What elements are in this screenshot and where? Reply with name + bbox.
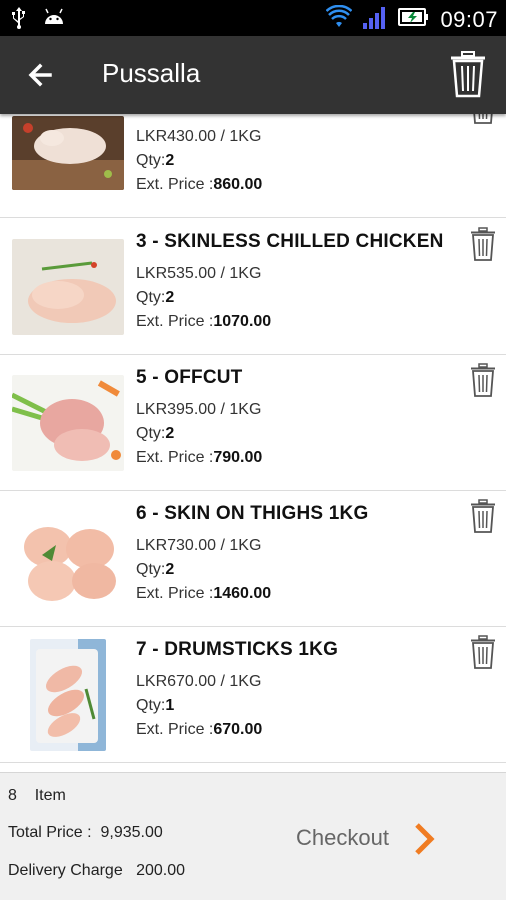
unit-price: LKR670.00 / 1KG [136,673,262,690]
checkout-button[interactable]: Checkout [296,825,389,851]
delivery-charge-label: Delivery Charge [8,862,123,879]
ext-price-value: 790.00 [213,449,263,466]
item-label: Item [34,787,66,804]
android-icon [42,6,66,35]
ext-price-label: Ext. Price : [136,721,214,738]
cart-item[interactable]: LKR430.00 / 1KG Qty:2 Ext. Price :860.00 [0,114,506,218]
cart-summary: 8 Item Total Price : 9,935.00 Delivery C… [0,772,506,900]
unit-price: LKR395.00 / 1KG [136,401,262,418]
delete-item-trash-icon[interactable] [470,114,496,124]
delete-item-trash-icon[interactable] [470,227,496,261]
quantity: Qty:2 [136,152,174,170]
page-title: Pussalla [102,58,201,88]
quantity: Qty:1 [136,697,174,715]
ext-price-value: 1070.00 [213,313,272,330]
cart-item[interactable]: 5 - OFFCUT LKR395.00 / 1KG Qty:2 Ext. Pr… [0,355,506,491]
extended-price: Ext. Price :670.00 [136,721,262,739]
qty-value: 2 [165,425,175,442]
qty-label: Qty: [136,425,166,442]
total-price-label: Total Price : [8,824,92,841]
delivery-charge-row: Delivery Charge 200.00 [8,862,185,880]
total-price-row: Total Price : 9,935.00 [8,824,163,842]
qty-value: 2 [165,152,175,169]
quantity: Qty:2 [136,561,174,579]
qty-value: 2 [165,289,175,306]
clear-cart-trash-icon[interactable] [450,50,486,98]
cart-item[interactable]: 7 - DRUMSTICKS 1KG LKR670.00 / 1KG Qty:1… [0,627,506,763]
delete-item-trash-icon[interactable] [470,499,496,533]
qty-label: Qty: [136,289,166,306]
status-bar: 09:07 [0,0,506,36]
ext-price-value: 1460.00 [213,585,272,602]
usb-icon [10,6,28,35]
app-bar: Pussalla [0,36,506,114]
wifi-icon [326,4,353,34]
product-image [30,639,106,751]
extended-price: Ext. Price :860.00 [136,176,262,194]
extended-price: Ext. Price :1070.00 [136,313,271,331]
ext-price-label: Ext. Price : [136,313,214,330]
qty-label: Qty: [136,697,166,714]
extended-price: Ext. Price :790.00 [136,449,262,467]
total-price-value: 9,935.00 [100,824,163,841]
product-name: 5 - OFFCUT [136,367,243,388]
quantity: Qty:2 [136,289,174,307]
product-image [12,116,124,190]
cart-item[interactable]: 6 - SKIN ON THIGHS 1KG LKR730.00 / 1KG Q… [0,491,506,627]
quantity: Qty:2 [136,425,174,443]
qty-label: Qty: [136,152,166,169]
ext-price-label: Ext. Price : [136,176,214,193]
cart-item[interactable]: 3 - SKINLESS CHILLED CHICKEN LKR535.00 /… [0,219,506,355]
delivery-charge-value: 200.00 [136,862,185,879]
product-name: 7 - DRUMSTICKS 1KG [136,639,339,660]
chevron-right-icon[interactable] [412,821,436,857]
product-image [12,375,124,471]
delete-item-trash-icon[interactable] [470,363,496,397]
item-count: 8 [8,787,17,804]
back-arrow-icon[interactable] [24,58,58,92]
item-count-row: 8 Item [8,787,66,805]
product-name: 6 - SKIN ON THIGHS 1KG [136,503,369,524]
ext-price-label: Ext. Price : [136,585,214,602]
unit-price: LKR535.00 / 1KG [136,265,262,282]
extended-price: Ext. Price :1460.00 [136,585,271,603]
qty-value: 1 [165,697,175,714]
cart-list[interactable]: LKR430.00 / 1KG Qty:2 Ext. Price :860.00… [0,114,506,772]
delete-item-trash-icon[interactable] [470,635,496,669]
ext-price-value: 860.00 [213,176,263,193]
ext-price-value: 670.00 [213,721,263,738]
unit-price: LKR430.00 / 1KG [136,128,262,145]
product-name: 3 - SKINLESS CHILLED CHICKEN [136,231,444,252]
product-image [12,511,124,607]
qty-value: 2 [165,561,175,578]
qty-label: Qty: [136,561,166,578]
unit-price: LKR730.00 / 1KG [136,537,262,554]
ext-price-label: Ext. Price : [136,449,214,466]
battery-charging-icon [398,6,430,33]
product-image [12,239,124,335]
clock: 09:07 [440,6,498,32]
signal-icon [362,4,388,35]
